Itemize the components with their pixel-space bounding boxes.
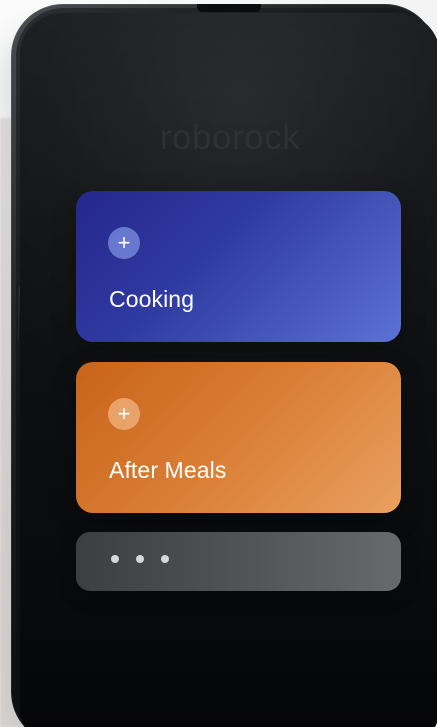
- dot: [161, 555, 169, 563]
- after-meals-label: After Meals: [109, 457, 227, 483]
- phone-ui-screen: roborock + Cooking + After Meals: [0, 0, 437, 727]
- more-dots-icon: [111, 555, 169, 563]
- plus-icon[interactable]: +: [108, 227, 140, 259]
- dot: [111, 555, 119, 563]
- more-card[interactable]: [76, 532, 401, 591]
- plus-icon[interactable]: +: [108, 398, 140, 430]
- cooking-label: Cooking: [109, 286, 195, 312]
- dot: [136, 555, 144, 563]
- speaker-notch: [197, 4, 261, 12]
- after-meals-card[interactable]: + After Meals: [76, 362, 401, 513]
- app-screen: roborock + Cooking + After Meals: [20, 13, 437, 727]
- phone-device: roborock + Cooking + After Meals: [11, 4, 437, 727]
- brand-logo: roborock: [159, 118, 301, 157]
- bottom-fade: [20, 641, 437, 727]
- cooking-card[interactable]: + Cooking: [76, 191, 401, 342]
